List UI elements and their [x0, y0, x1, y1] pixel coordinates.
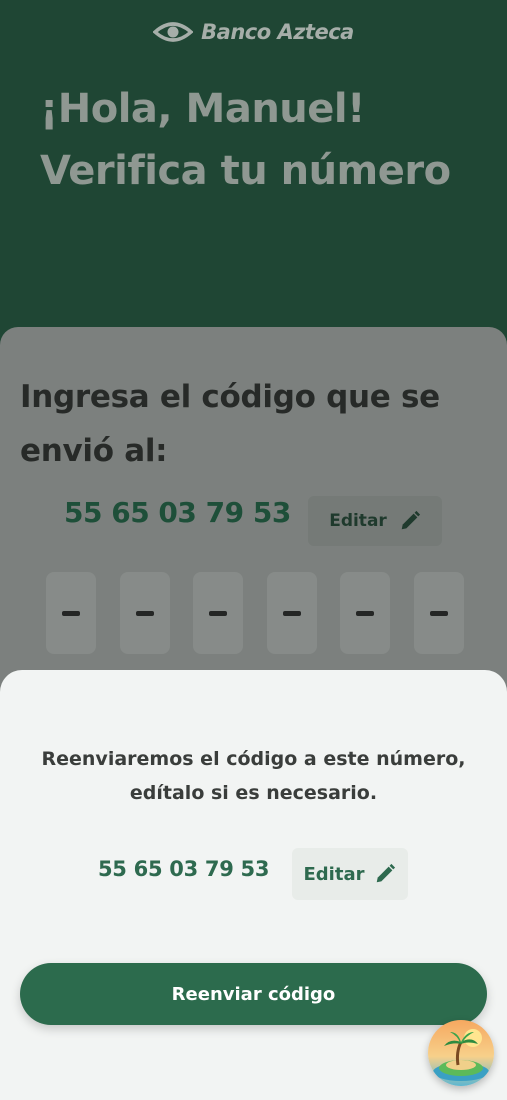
otp-digit-5[interactable]: [340, 572, 391, 654]
otp-digit-2[interactable]: [119, 572, 170, 654]
otp-placeholder-dash: [209, 610, 228, 616]
banco-azteca-logo-icon: [153, 22, 194, 42]
pencil-icon: [377, 863, 396, 883]
otp-placeholder-dash: [282, 610, 301, 616]
sheet-phone-number: 55 65 03 79 53: [98, 857, 270, 881]
sheet-edit-button[interactable]: Editar: [292, 848, 408, 900]
otp-placeholder-dash: [62, 610, 80, 616]
edit-label: Editar: [329, 511, 387, 531]
phone-number: 55 65 03 79 53: [64, 496, 291, 529]
otp-placeholder-dash: [356, 610, 375, 616]
island-illustration: [428, 1020, 494, 1086]
resend-bottom-sheet: [0, 670, 507, 1100]
otp-inputs: [46, 572, 464, 654]
otp-digit-4[interactable]: [266, 572, 317, 654]
edit-phone-button[interactable]: Editar: [308, 496, 442, 546]
otp-digit-3[interactable]: [193, 572, 244, 654]
sheet-edit-label: Editar: [303, 863, 365, 885]
otp-digit-6[interactable]: [413, 572, 464, 654]
otp-placeholder-dash: [135, 610, 154, 616]
otp-digit-1[interactable]: [46, 572, 96, 654]
island-assistant-icon[interactable]: [428, 1020, 494, 1086]
code-instruction: Ingresa el código que se envió al:: [20, 379, 440, 469]
resend-code-button[interactable]: Reenviar código: [20, 963, 487, 1025]
resend-message: Reenviaremos el código a este número, ed…: [41, 748, 466, 804]
otp-placeholder-dash: [429, 610, 448, 616]
page-title: ¡Hola, Manuel! Verifica tu número: [40, 86, 451, 194]
brand-name: Banco Azteca: [201, 20, 354, 44]
header: Banco Azteca ¡Hola, Manuel! Verifica tu …: [0, 0, 507, 360]
brand: Banco Azteca: [0, 20, 507, 44]
phone-number-background: 55 65 03 79 53: [64, 496, 291, 529]
pencil-icon: [401, 510, 420, 530]
